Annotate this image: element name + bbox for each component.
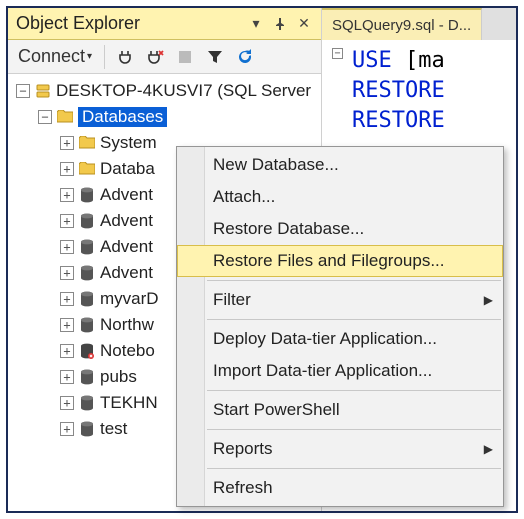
- menu-separator: [207, 280, 501, 281]
- close-icon[interactable]: ✕: [295, 15, 313, 33]
- database-icon: [78, 186, 96, 204]
- expand-icon[interactable]: +: [60, 318, 74, 332]
- tree-node-label: DESKTOP-4KUSVI7 (SQL Server: [56, 81, 311, 101]
- menu-item-label: Restore Files and Filegroups...: [213, 251, 445, 271]
- database-icon: [78, 394, 96, 412]
- expand-icon[interactable]: +: [60, 162, 74, 176]
- collapse-icon[interactable]: −: [16, 84, 30, 98]
- menu-item-label: New Database...: [213, 155, 339, 175]
- menu-item-label: Deploy Data-tier Application...: [213, 329, 437, 349]
- toolbar: Connect▾: [8, 40, 321, 74]
- tree-node-label: Advent: [100, 263, 153, 283]
- menu-separator: [207, 468, 501, 469]
- expand-icon[interactable]: +: [60, 136, 74, 150]
- menu-item[interactable]: Restore Database...: [177, 213, 503, 245]
- expand-icon[interactable]: +: [60, 344, 74, 358]
- expand-icon[interactable]: +: [60, 266, 74, 280]
- submenu-arrow-icon: ▶: [484, 442, 493, 456]
- server-icon: [34, 82, 52, 100]
- menu-item[interactable]: Attach...: [177, 181, 503, 213]
- tree-node-label: Advent: [100, 185, 153, 205]
- menu-item[interactable]: Deploy Data-tier Application...: [177, 323, 503, 355]
- fold-icon[interactable]: −: [332, 48, 343, 59]
- menu-separator: [207, 390, 501, 391]
- database-icon: [78, 342, 96, 360]
- menu-item-label: Filter: [213, 290, 251, 310]
- tree-node-label: test: [100, 419, 127, 439]
- database-icon: [78, 212, 96, 230]
- context-menu: New Database... Attach... Restore Database…: [176, 146, 504, 507]
- tree-databases-node[interactable]: − Databases: [12, 104, 321, 130]
- expand-icon[interactable]: +: [60, 422, 74, 436]
- tree-server-node[interactable]: − DESKTOP-4KUSVI7 (SQL Server: [12, 78, 321, 104]
- database-icon: [78, 368, 96, 386]
- database-icon: [78, 238, 96, 256]
- submenu-arrow-icon: ▶: [484, 293, 493, 307]
- filter-icon[interactable]: [203, 45, 227, 69]
- tab-bar: SQLQuery9.sql - D...: [322, 8, 516, 40]
- refresh-icon[interactable]: [233, 45, 257, 69]
- panel-title: Object Explorer: [16, 13, 140, 34]
- dropdown-icon[interactable]: ▾: [247, 15, 265, 33]
- expand-icon[interactable]: +: [60, 396, 74, 410]
- connect-plug-icon[interactable]: [113, 45, 137, 69]
- menu-item-label: Restore Database...: [213, 219, 364, 239]
- expand-icon[interactable]: +: [60, 188, 74, 202]
- tree-node-label: Databa: [100, 159, 155, 179]
- menu-item-label: Reports: [213, 439, 273, 459]
- tree-node-label: Notebo: [100, 341, 155, 361]
- panel-titlebar: Object Explorer ▾ ✕: [8, 8, 321, 40]
- pin-icon[interactable]: [271, 15, 289, 33]
- connect-button[interactable]: Connect▾: [14, 44, 96, 69]
- database-icon: [78, 290, 96, 308]
- database-icon: [78, 420, 96, 438]
- menu-item-label: Start PowerShell: [213, 400, 340, 420]
- expand-icon[interactable]: +: [60, 370, 74, 384]
- menu-item-label: Import Data-tier Application...: [213, 361, 432, 381]
- menu-item-label: Attach...: [213, 187, 275, 207]
- stop-icon[interactable]: [173, 45, 197, 69]
- tree-node-label: myvarD: [100, 289, 159, 309]
- menu-item[interactable]: New Database...: [177, 149, 503, 181]
- collapse-icon[interactable]: −: [38, 110, 52, 124]
- expand-icon[interactable]: +: [60, 292, 74, 306]
- menu-item-label: Refresh: [213, 478, 273, 498]
- tree-node-label: System: [100, 133, 157, 153]
- menu-item[interactable]: Filter ▶: [177, 284, 503, 316]
- folder-icon: [78, 160, 96, 178]
- tree-node-label: Advent: [100, 211, 153, 231]
- disconnect-plug-icon[interactable]: [143, 45, 167, 69]
- menu-item[interactable]: Reports ▶: [177, 433, 503, 465]
- expand-icon[interactable]: +: [60, 214, 74, 228]
- tree-node-label: TEKHN: [100, 393, 158, 413]
- tab-label: SQLQuery9.sql - D...: [332, 17, 471, 34]
- menu-item[interactable]: Restore Files and Filegroups...: [177, 245, 503, 277]
- menu-item[interactable]: Import Data-tier Application...: [177, 355, 503, 387]
- menu-separator: [207, 429, 501, 430]
- tree-node-label: pubs: [100, 367, 137, 387]
- menu-separator: [207, 319, 501, 320]
- database-icon: [78, 264, 96, 282]
- tree-node-label: Databases: [78, 107, 167, 127]
- database-icon: [78, 316, 96, 334]
- tree-node-label: Northw: [100, 315, 154, 335]
- menu-item[interactable]: Refresh: [177, 472, 503, 504]
- expand-icon[interactable]: +: [60, 240, 74, 254]
- tree-node-label: Advent: [100, 237, 153, 257]
- menu-item[interactable]: Start PowerShell: [177, 394, 503, 426]
- folder-icon: [78, 134, 96, 152]
- tab-sqlquery[interactable]: SQLQuery9.sql - D...: [322, 8, 482, 40]
- folder-icon: [56, 108, 74, 126]
